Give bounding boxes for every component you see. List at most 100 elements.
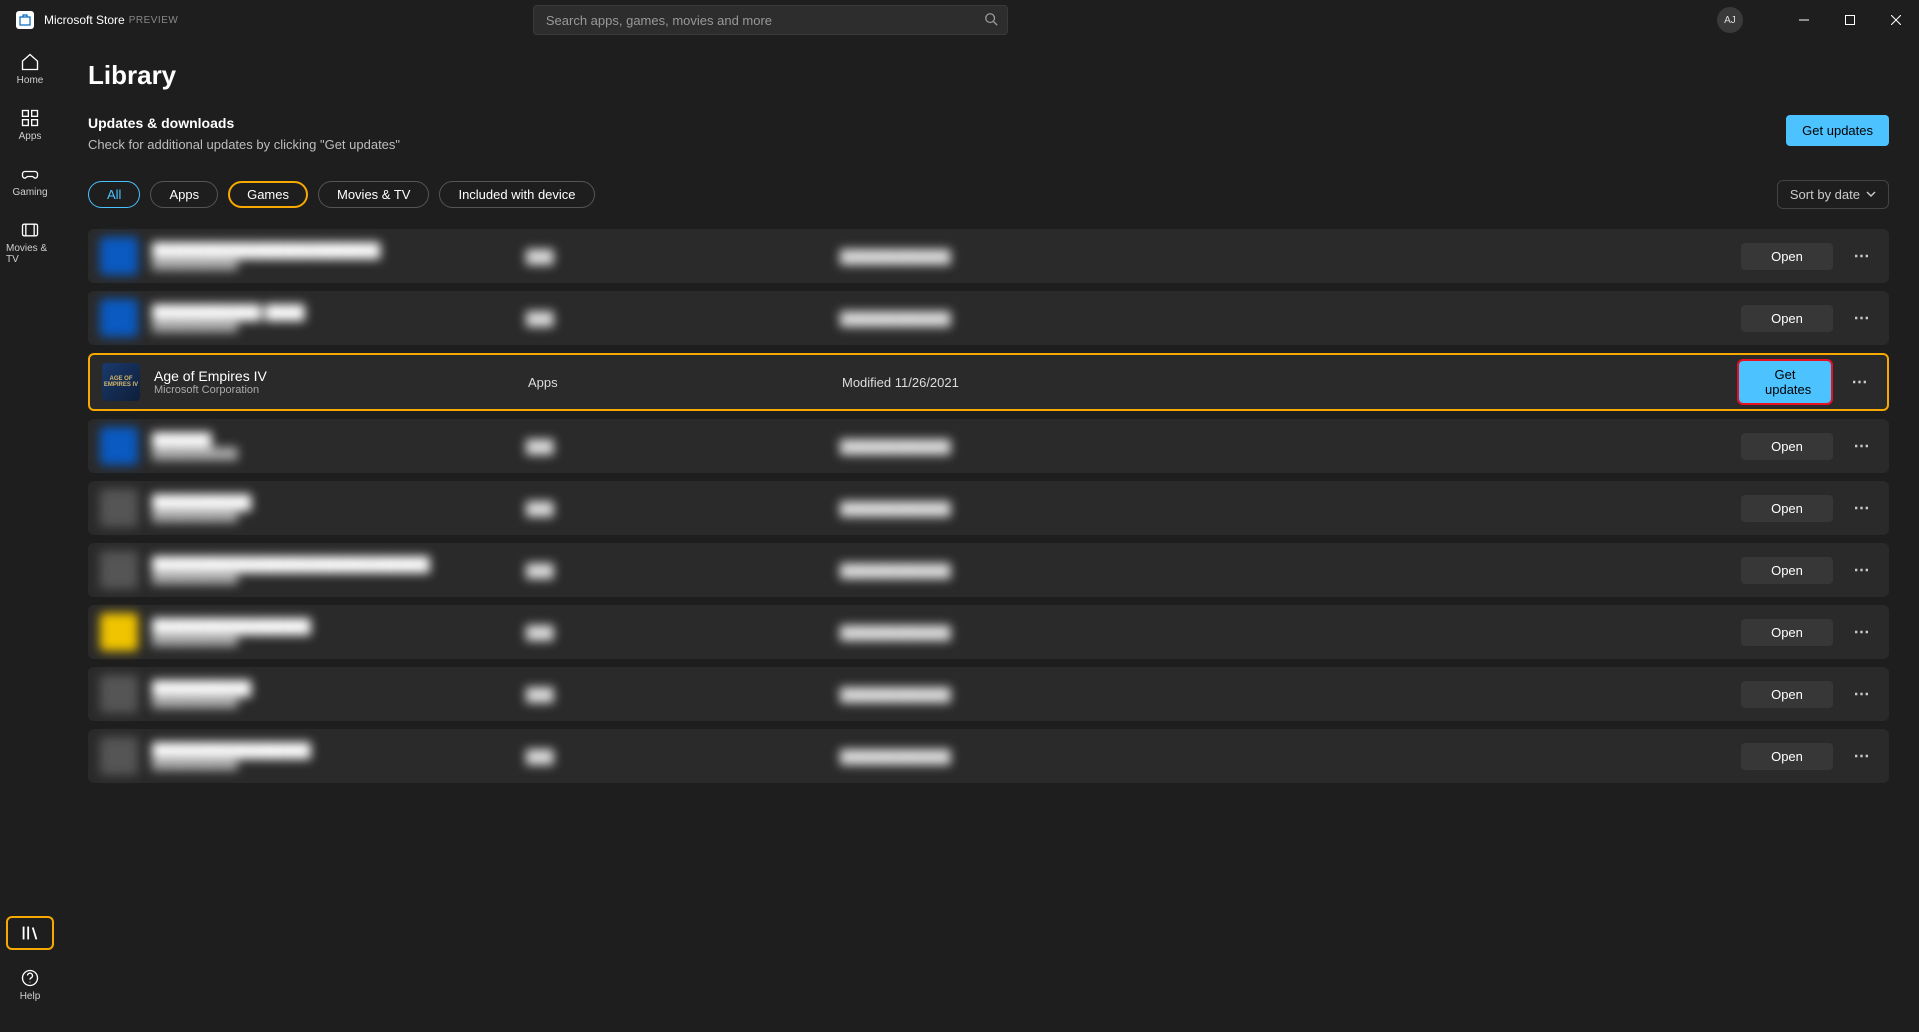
filter-included[interactable]: Included with device	[439, 181, 594, 208]
open-button[interactable]: Open	[1741, 495, 1833, 522]
nav-gaming-label: Gaming	[12, 187, 47, 198]
list-item[interactable]: ████████████████████████████████Open⋯	[88, 419, 1889, 473]
app-modified: ████████████	[840, 249, 1140, 264]
app-modified: ████████████	[840, 749, 1140, 764]
list-item[interactable]: ████████████████████████████████████████…	[88, 543, 1889, 597]
app-category: ███	[526, 249, 826, 264]
row-get-updates-button[interactable]: Get updates	[1739, 361, 1831, 403]
app-publisher: ███████████	[152, 320, 512, 332]
filter-row: All Apps Games Movies & TV Included with…	[88, 180, 1889, 209]
sort-dropdown[interactable]: Sort by date	[1777, 180, 1889, 209]
app-thumbnail	[100, 551, 138, 589]
app-category: ███	[526, 625, 826, 640]
list-item[interactable]: ███████████ ████████████████████████████…	[88, 291, 1889, 345]
nav-movies[interactable]: Movies & TV	[6, 216, 54, 269]
nav-home-label: Home	[17, 75, 44, 86]
app-publisher: ███████████	[152, 448, 512, 460]
sidebar: Home Apps Gaming Movies & TV Help	[0, 40, 60, 1032]
preview-badge: PREVIEW	[129, 15, 179, 26]
app-name: ████████████████████████████	[152, 556, 512, 572]
more-icon[interactable]: ⋯	[1847, 436, 1877, 456]
open-button[interactable]: Open	[1741, 743, 1833, 770]
app-category: ███	[526, 439, 826, 454]
more-icon[interactable]: ⋯	[1847, 498, 1877, 518]
more-icon[interactable]: ⋯	[1847, 308, 1877, 328]
filter-apps[interactable]: Apps	[150, 181, 218, 208]
more-icon[interactable]: ⋯	[1847, 622, 1877, 642]
filter-all[interactable]: All	[88, 181, 140, 208]
list-item[interactable]: ████████████████████████████████████Open…	[88, 481, 1889, 535]
open-button[interactable]: Open	[1741, 619, 1833, 646]
nav-library[interactable]	[6, 916, 54, 950]
list-item[interactable]: ████████████████████████████████████████…	[88, 229, 1889, 283]
close-button[interactable]	[1873, 0, 1919, 40]
app-meta: ███████████████████████████	[152, 618, 512, 646]
app-thumbnail	[100, 237, 138, 275]
app-publisher: ███████████	[152, 572, 512, 584]
app-thumbnail	[100, 613, 138, 651]
open-button[interactable]: Open	[1741, 433, 1833, 460]
app-publisher: Microsoft Corporation	[154, 384, 514, 396]
nav-apps[interactable]: Apps	[6, 104, 54, 146]
avatar[interactable]: AJ	[1717, 7, 1743, 33]
nav-help[interactable]: Help	[6, 964, 54, 1006]
app-meta: ███████████████████████████████████████	[152, 556, 512, 584]
nav-gaming[interactable]: Gaming	[6, 160, 54, 202]
app-name: Age of Empires IV	[154, 368, 514, 384]
titlebar: Microsoft Store PREVIEW AJ	[0, 0, 1919, 40]
section-desc: Check for additional updates by clicking…	[88, 137, 400, 152]
more-icon[interactable]: ⋯	[1845, 372, 1875, 392]
app-category: ███	[526, 687, 826, 702]
app-category: ███	[526, 563, 826, 578]
app-thumbnail	[100, 489, 138, 527]
get-updates-button[interactable]: Get updates	[1786, 115, 1889, 146]
app-category: Apps	[528, 375, 828, 390]
list-item[interactable]: ████████████████████████████████████Open…	[88, 667, 1889, 721]
app-thumbnail	[100, 675, 138, 713]
app-category: ███	[526, 311, 826, 326]
app-meta: █████████████████████	[152, 494, 512, 522]
more-icon[interactable]: ⋯	[1847, 246, 1877, 266]
app-thumbnail: AGE OF EMPIRES IV	[102, 363, 140, 401]
more-icon[interactable]: ⋯	[1847, 684, 1877, 704]
app-meta: ███████████████████████████	[152, 742, 512, 770]
app-meta: █████████████████	[152, 432, 512, 460]
list-item[interactable]: AGE OF EMPIRES IV Age of Empires IVMicros…	[88, 353, 1889, 411]
app-name: ███████████ ████	[152, 304, 512, 320]
open-button[interactable]: Open	[1741, 305, 1833, 332]
app-modified: ████████████	[840, 439, 1140, 454]
app-modified: ████████████	[840, 625, 1140, 640]
minimize-button[interactable]	[1781, 0, 1827, 40]
app-list: ████████████████████████████████████████…	[88, 229, 1889, 783]
nav-home[interactable]: Home	[6, 48, 54, 90]
app-publisher: ███████████	[152, 510, 512, 522]
page-title: Library	[88, 60, 1889, 91]
filter-games[interactable]: Games	[228, 181, 308, 208]
open-button[interactable]: Open	[1741, 681, 1833, 708]
app-modified: ████████████	[840, 563, 1140, 578]
app-category: ███	[526, 749, 826, 764]
app-thumbnail	[100, 299, 138, 337]
app-publisher: ███████████	[152, 258, 512, 270]
app-category: ███	[526, 501, 826, 516]
filter-movies[interactable]: Movies & TV	[318, 181, 429, 208]
open-button[interactable]: Open	[1741, 557, 1833, 584]
list-item[interactable]: ████████████████████████████████████████…	[88, 729, 1889, 783]
app-meta: ███████████ ███████████████	[152, 304, 512, 332]
app-modified: Modified 11/26/2021	[842, 375, 1142, 390]
maximize-button[interactable]	[1827, 0, 1873, 40]
more-icon[interactable]: ⋯	[1847, 560, 1877, 580]
list-item[interactable]: ████████████████████████████████████████…	[88, 605, 1889, 659]
app-name: ███████████████████████	[152, 242, 512, 258]
search-icon[interactable]	[984, 12, 998, 29]
nav-movies-label: Movies & TV	[6, 243, 54, 265]
app-name: ██████████	[152, 494, 512, 510]
app-publisher: ███████████	[152, 634, 512, 646]
app-name: ████████████████	[152, 618, 512, 634]
more-icon[interactable]: ⋯	[1847, 746, 1877, 766]
app-meta: █████████████████████	[152, 680, 512, 708]
open-button[interactable]: Open	[1741, 243, 1833, 270]
app-name: ████████████████	[152, 742, 512, 758]
search-input[interactable]	[533, 5, 1008, 35]
store-icon	[16, 11, 34, 29]
